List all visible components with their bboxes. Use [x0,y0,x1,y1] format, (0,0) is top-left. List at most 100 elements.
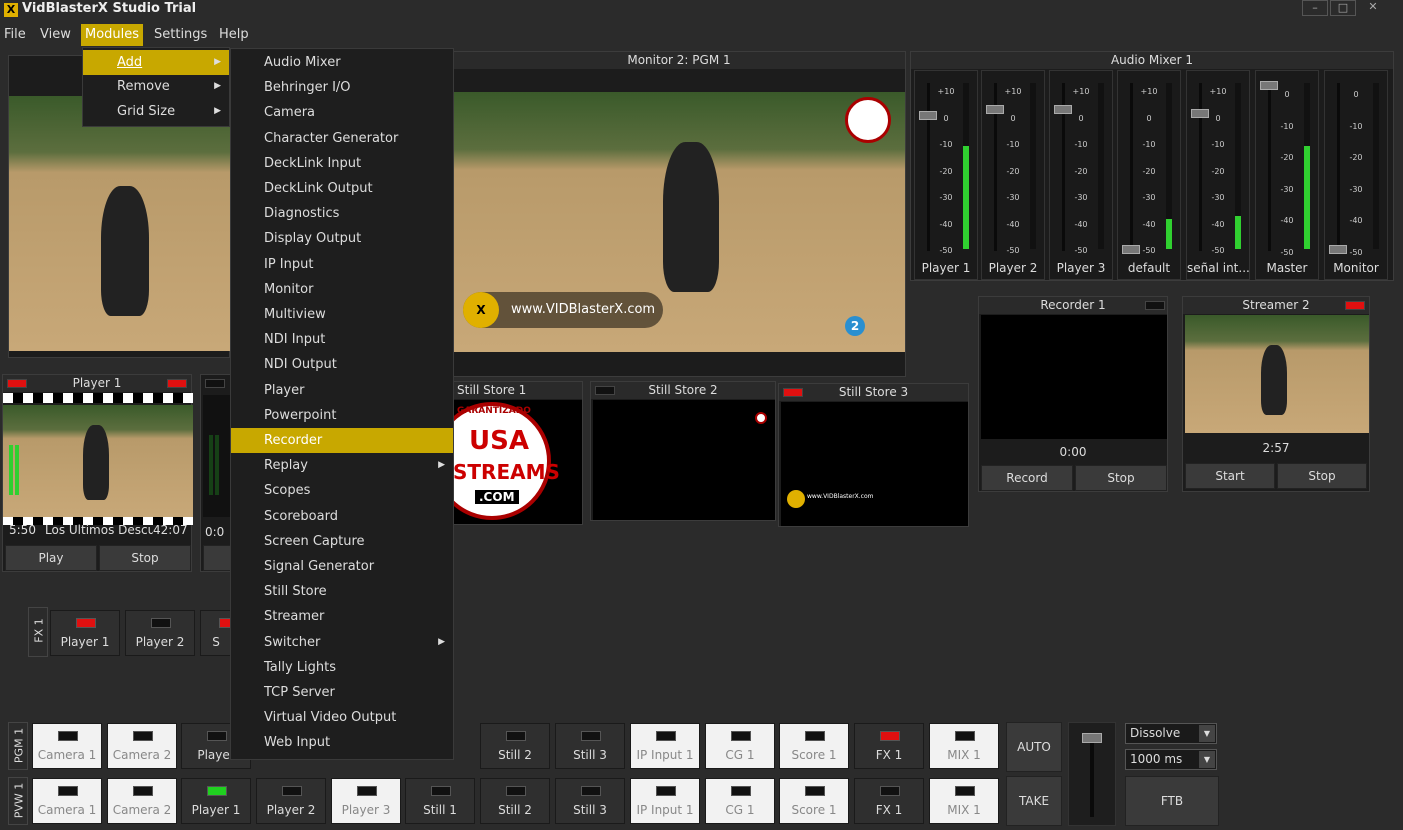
level-meter-right [15,445,19,495]
pgm-source-button[interactable]: Still 3 [555,723,625,769]
add-menu-item-switcher[interactable]: Switcher ▶ [231,630,453,655]
volume-fader[interactable] [919,111,937,120]
volume-fader[interactable] [1329,245,1347,254]
add-menu-item-tcp-server[interactable]: TCP Server [231,680,453,705]
add-menu-item-label: Switcher [264,634,321,650]
add-menu-item-ip-input[interactable]: IP Input [231,252,453,277]
menu-item-grid-size[interactable]: Grid Size ▶ [83,99,229,124]
auto-button[interactable]: AUTO [1006,722,1062,772]
db-tick: -10 [1074,140,1088,149]
fx1-source-button[interactable]: Player 1 [50,610,120,656]
add-menu-item-tally-lights[interactable]: Tally Lights [231,655,453,680]
minimize-button[interactable]: – [1302,0,1328,16]
pvw-source-button[interactable]: MIX 1 [929,778,999,824]
ftb-button[interactable]: FTB [1125,776,1219,826]
pgm-source-button[interactable]: FX 1 [854,723,924,769]
pvw-source-button[interactable]: Player 2 [256,778,326,824]
pgm-source-button[interactable]: Camera 2 [107,723,177,769]
pvw-source-button[interactable]: Still 2 [480,778,550,824]
add-menu-item-decklink-output[interactable]: DeckLink Output [231,176,453,201]
pvw-source-button[interactable]: CG 1 [705,778,775,824]
pgm-button-label: CG 1 [725,748,755,762]
add-menu-item-web-input[interactable]: Web Input [231,730,453,755]
tally-lamp [880,731,900,741]
add-menu-item-recorder[interactable]: Recorder [231,428,453,453]
transition-select[interactable]: Dissolve ▼ [1125,723,1217,744]
fx1-source-button[interactable]: Player 2 [125,610,195,656]
add-menu-item-decklink-input[interactable]: DeckLink Input [231,151,453,176]
tally-lamp [506,731,526,741]
record-button[interactable]: Record [981,465,1073,491]
pvw-source-button[interactable]: IP Input 1 [630,778,700,824]
maximize-button[interactable]: □ [1330,0,1356,16]
tally-lamp [581,786,601,796]
menu-file[interactable]: File [0,24,30,46]
menu-modules[interactable]: Modules [81,24,144,46]
add-menu-item-character-generator[interactable]: Character Generator [231,126,453,151]
player-play-button[interactable]: Play [5,545,97,571]
player-2-play-button[interactable] [203,545,233,571]
pgm-source-button[interactable]: Score 1 [779,723,849,769]
add-menu-item-scopes[interactable]: Scopes [231,478,453,503]
menu-help[interactable]: Help [215,24,253,46]
add-menu-item-display-output[interactable]: Display Output [231,226,453,251]
add-menu-item-streamer[interactable]: Streamer [231,604,453,629]
streamer-start-button[interactable]: Start [1185,463,1275,489]
add-menu-item-still-store[interactable]: Still Store [231,579,453,604]
db-tick: -20 [1280,153,1294,162]
pvw-source-button[interactable]: Still 3 [555,778,625,824]
add-menu-item-scoreboard[interactable]: Scoreboard [231,504,453,529]
pgm-button-label: MIX 1 [947,748,981,762]
pgm-source-button[interactable]: IP Input 1 [630,723,700,769]
add-menu-item-ndi-input[interactable]: NDI Input [231,327,453,352]
pvw-source-button[interactable]: Camera 1 [32,778,102,824]
pgm-source-button[interactable]: CG 1 [705,723,775,769]
add-menu-item-replay[interactable]: Replay ▶ [231,453,453,478]
tbar-handle[interactable] [1082,733,1102,743]
add-menu-item-diagnostics[interactable]: Diagnostics [231,201,453,226]
menu-item-remove[interactable]: Remove ▶ [83,74,229,99]
pvw-source-button[interactable]: FX 1 [854,778,924,824]
pvw-source-button[interactable]: Score 1 [779,778,849,824]
rider-image [663,142,719,292]
tally-lamp [357,786,377,796]
add-menu-item-camera[interactable]: Camera [231,100,453,125]
chevron-right-icon: ▶ [438,460,445,471]
add-menu-item-signal-generator[interactable]: Signal Generator [231,554,453,579]
duration-select[interactable]: 1000 ms ▼ [1125,749,1217,770]
add-menu-item-powerpoint[interactable]: Powerpoint [231,403,453,428]
add-menu-item-ndi-output[interactable]: NDI Output [231,352,453,377]
pvw-button-label: Still 3 [573,803,607,817]
volume-fader[interactable] [1191,109,1209,118]
pvw-source-button[interactable]: Camera 2 [107,778,177,824]
menu-settings[interactable]: Settings [150,24,211,46]
volume-fader[interactable] [1054,105,1072,114]
pgm-source-button[interactable]: Still 2 [480,723,550,769]
add-menu-item-audio-mixer[interactable]: Audio Mixer [231,50,453,75]
streamer-stop-button[interactable]: Stop [1277,463,1367,489]
still-store-3-tally [783,388,803,397]
fx1-source-button[interactable]: S [200,610,239,656]
db-scale: +10 0 -10 -20 -30 -40 -50 [933,79,959,265]
volume-fader[interactable] [986,105,1004,114]
pvw-source-button[interactable]: Player 1 [181,778,251,824]
add-menu-item-screen-capture[interactable]: Screen Capture [231,529,453,554]
pgm-source-button[interactable]: Camera 1 [32,723,102,769]
volume-fader[interactable] [1122,245,1140,254]
recorder-stop-button[interactable]: Stop [1075,465,1167,491]
pvw-source-button[interactable]: Player 3 [331,778,401,824]
pvw-source-button[interactable]: Still 1 [405,778,475,824]
add-menu-item-monitor[interactable]: Monitor [231,277,453,302]
volume-fader[interactable] [1260,81,1278,90]
close-button[interactable]: ✕ [1360,0,1386,16]
add-menu-item-behringer-i-o[interactable]: Behringer I/O [231,75,453,100]
player-1-tally-left [7,379,27,388]
menu-item-add[interactable]: Add ▶ [83,50,229,75]
player-stop-button[interactable]: Stop [99,545,191,571]
pgm-source-button[interactable]: MIX 1 [929,723,999,769]
add-menu-item-player[interactable]: Player [231,378,453,403]
add-menu-item-virtual-video-output[interactable]: Virtual Video Output [231,705,453,730]
take-button[interactable]: TAKE [1006,776,1062,826]
menu-view[interactable]: View [36,24,75,46]
add-menu-item-multiview[interactable]: Multiview [231,302,453,327]
